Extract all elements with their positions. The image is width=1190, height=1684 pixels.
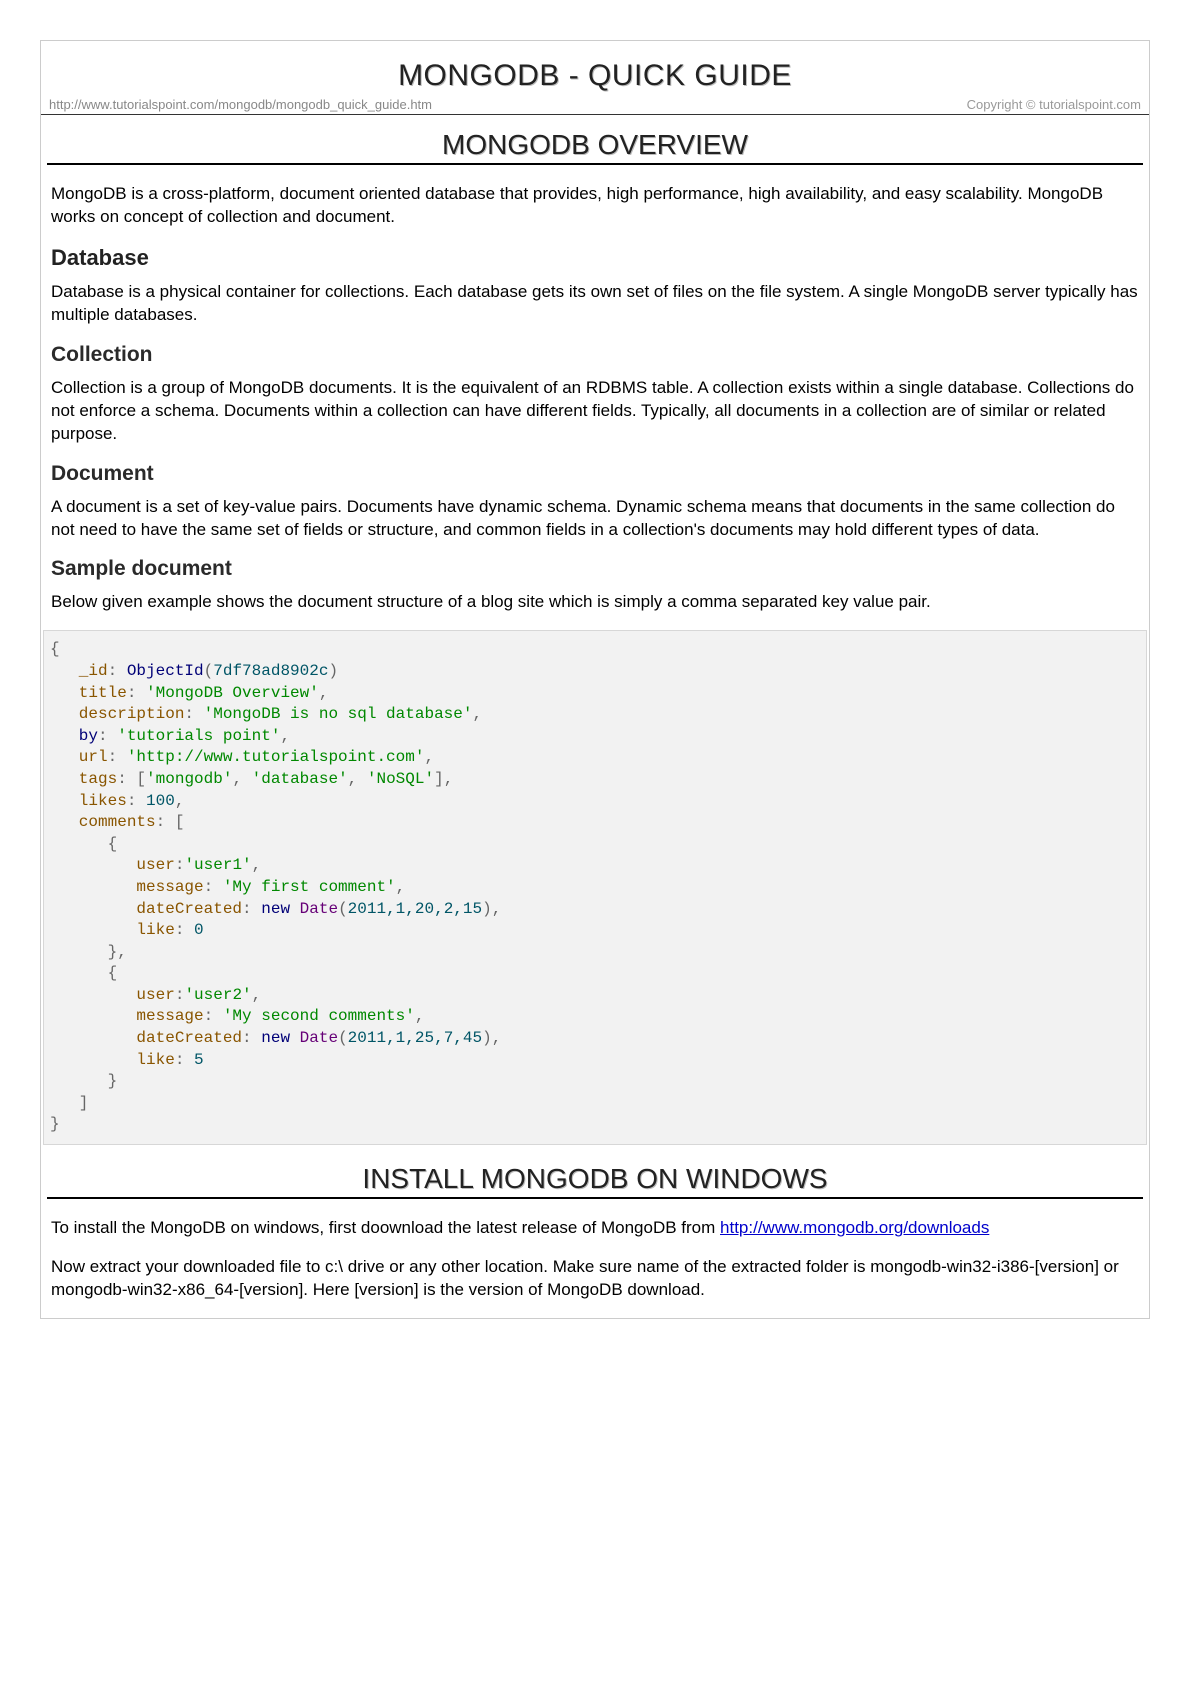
code-token: like xyxy=(50,921,175,939)
heading-sample: Sample document xyxy=(51,557,1139,581)
code-token: ) xyxy=(328,662,338,680)
page-title: MONGODB - QUICK GUIDE xyxy=(41,59,1149,93)
code-token: { xyxy=(50,964,117,982)
code-token: } xyxy=(50,1115,60,1133)
code-token: { xyxy=(50,640,60,658)
code-token: tags xyxy=(50,770,117,788)
code-token: ObjectId xyxy=(127,662,204,680)
code-token: new xyxy=(261,900,290,918)
code-token: by xyxy=(50,727,98,745)
code-token: 'http://www.tutorialspoint.com' xyxy=(127,748,425,766)
code-token: { xyxy=(50,835,117,853)
code-token: Date xyxy=(300,900,338,918)
install-paragraph-2: Now extract your downloaded file to c:\ … xyxy=(51,1256,1139,1302)
code-token: 'NoSQL' xyxy=(367,770,434,788)
intro-paragraph: MongoDB is a cross-platform, document or… xyxy=(51,183,1139,229)
code-token: like xyxy=(50,1051,175,1069)
code-token: 'user1' xyxy=(184,856,251,874)
code-token: 2011,1,20,2,15 xyxy=(348,900,482,918)
code-token: 2011,1,25,7,45 xyxy=(348,1029,482,1047)
section-rule xyxy=(47,163,1143,165)
code-token: 'user2' xyxy=(184,986,251,1004)
code-token: url xyxy=(50,748,108,766)
paragraph-sample: Below given example shows the document s… xyxy=(51,591,1139,614)
code-token: 7df78ad8902c xyxy=(213,662,328,680)
section-title-overview: MONGODB OVERVIEW xyxy=(41,129,1149,161)
code-token: ], xyxy=(434,770,453,788)
code-token: _id xyxy=(50,662,108,680)
code-token: 'database' xyxy=(252,770,348,788)
code-token: 'My second comments' xyxy=(223,1007,415,1025)
heading-document: Document xyxy=(51,462,1139,486)
paragraph-collection: Collection is a group of MongoDB documen… xyxy=(51,377,1139,446)
code-token: 5 xyxy=(194,1051,204,1069)
code-token: user xyxy=(50,986,175,1004)
heading-collection: Collection xyxy=(51,343,1139,367)
code-token: title xyxy=(50,684,127,702)
code-token: 'mongodb' xyxy=(146,770,232,788)
code-token: comments xyxy=(50,813,156,831)
code-token: [ xyxy=(175,813,185,831)
code-block-sample-document: { _id: ObjectId(7df78ad8902c) title: 'Mo… xyxy=(43,630,1147,1145)
code-token: 'MongoDB Overview' xyxy=(146,684,319,702)
code-token: dateCreated xyxy=(50,1029,242,1047)
code-token: [ xyxy=(136,770,146,788)
code-token: dateCreated xyxy=(50,900,242,918)
content-install: To install the MongoDB on windows, first… xyxy=(41,1217,1149,1302)
paragraph-document: A document is a set of key-value pairs. … xyxy=(51,496,1139,542)
code-token: : xyxy=(108,662,127,680)
code-token: 'My first comment' xyxy=(223,878,396,896)
content-overview: MongoDB is a cross-platform, document or… xyxy=(41,183,1149,614)
code-token: Date xyxy=(300,1029,338,1047)
code-token: }, xyxy=(50,943,127,961)
code-token: 'MongoDB is no sql database' xyxy=(204,705,473,723)
document-page: MONGODB - QUICK GUIDE http://www.tutoria… xyxy=(40,40,1150,1319)
code-token: message xyxy=(50,878,204,896)
copyright-text: Copyright © tutorialspoint.com xyxy=(967,97,1141,112)
code-token: new xyxy=(261,1029,290,1047)
code-token: ( xyxy=(204,662,214,680)
install-p1-text: To install the MongoDB on windows, first… xyxy=(51,1218,720,1237)
code-token: 'tutorials point' xyxy=(117,727,280,745)
code-token: user xyxy=(50,856,175,874)
paragraph-database: Database is a physical container for col… xyxy=(51,281,1139,327)
code-token: } xyxy=(50,1072,117,1090)
code-token: description xyxy=(50,705,184,723)
heading-database: Database xyxy=(51,245,1139,271)
download-link[interactable]: http://www.mongodb.org/downloads xyxy=(720,1218,989,1237)
install-paragraph-1: To install the MongoDB on windows, first… xyxy=(51,1217,1139,1240)
source-url-link[interactable]: http://www.tutorialspoint.com/mongodb/mo… xyxy=(49,97,432,112)
code-token: ] xyxy=(50,1094,88,1112)
code-token: likes xyxy=(50,792,127,810)
code-token: 0 xyxy=(194,921,204,939)
section-rule xyxy=(47,1197,1143,1199)
code-token: 100 xyxy=(146,792,175,810)
code-token: message xyxy=(50,1007,204,1025)
section-title-install: INSTALL MONGODB ON WINDOWS xyxy=(41,1163,1149,1195)
meta-row: http://www.tutorialspoint.com/mongodb/mo… xyxy=(41,97,1149,115)
